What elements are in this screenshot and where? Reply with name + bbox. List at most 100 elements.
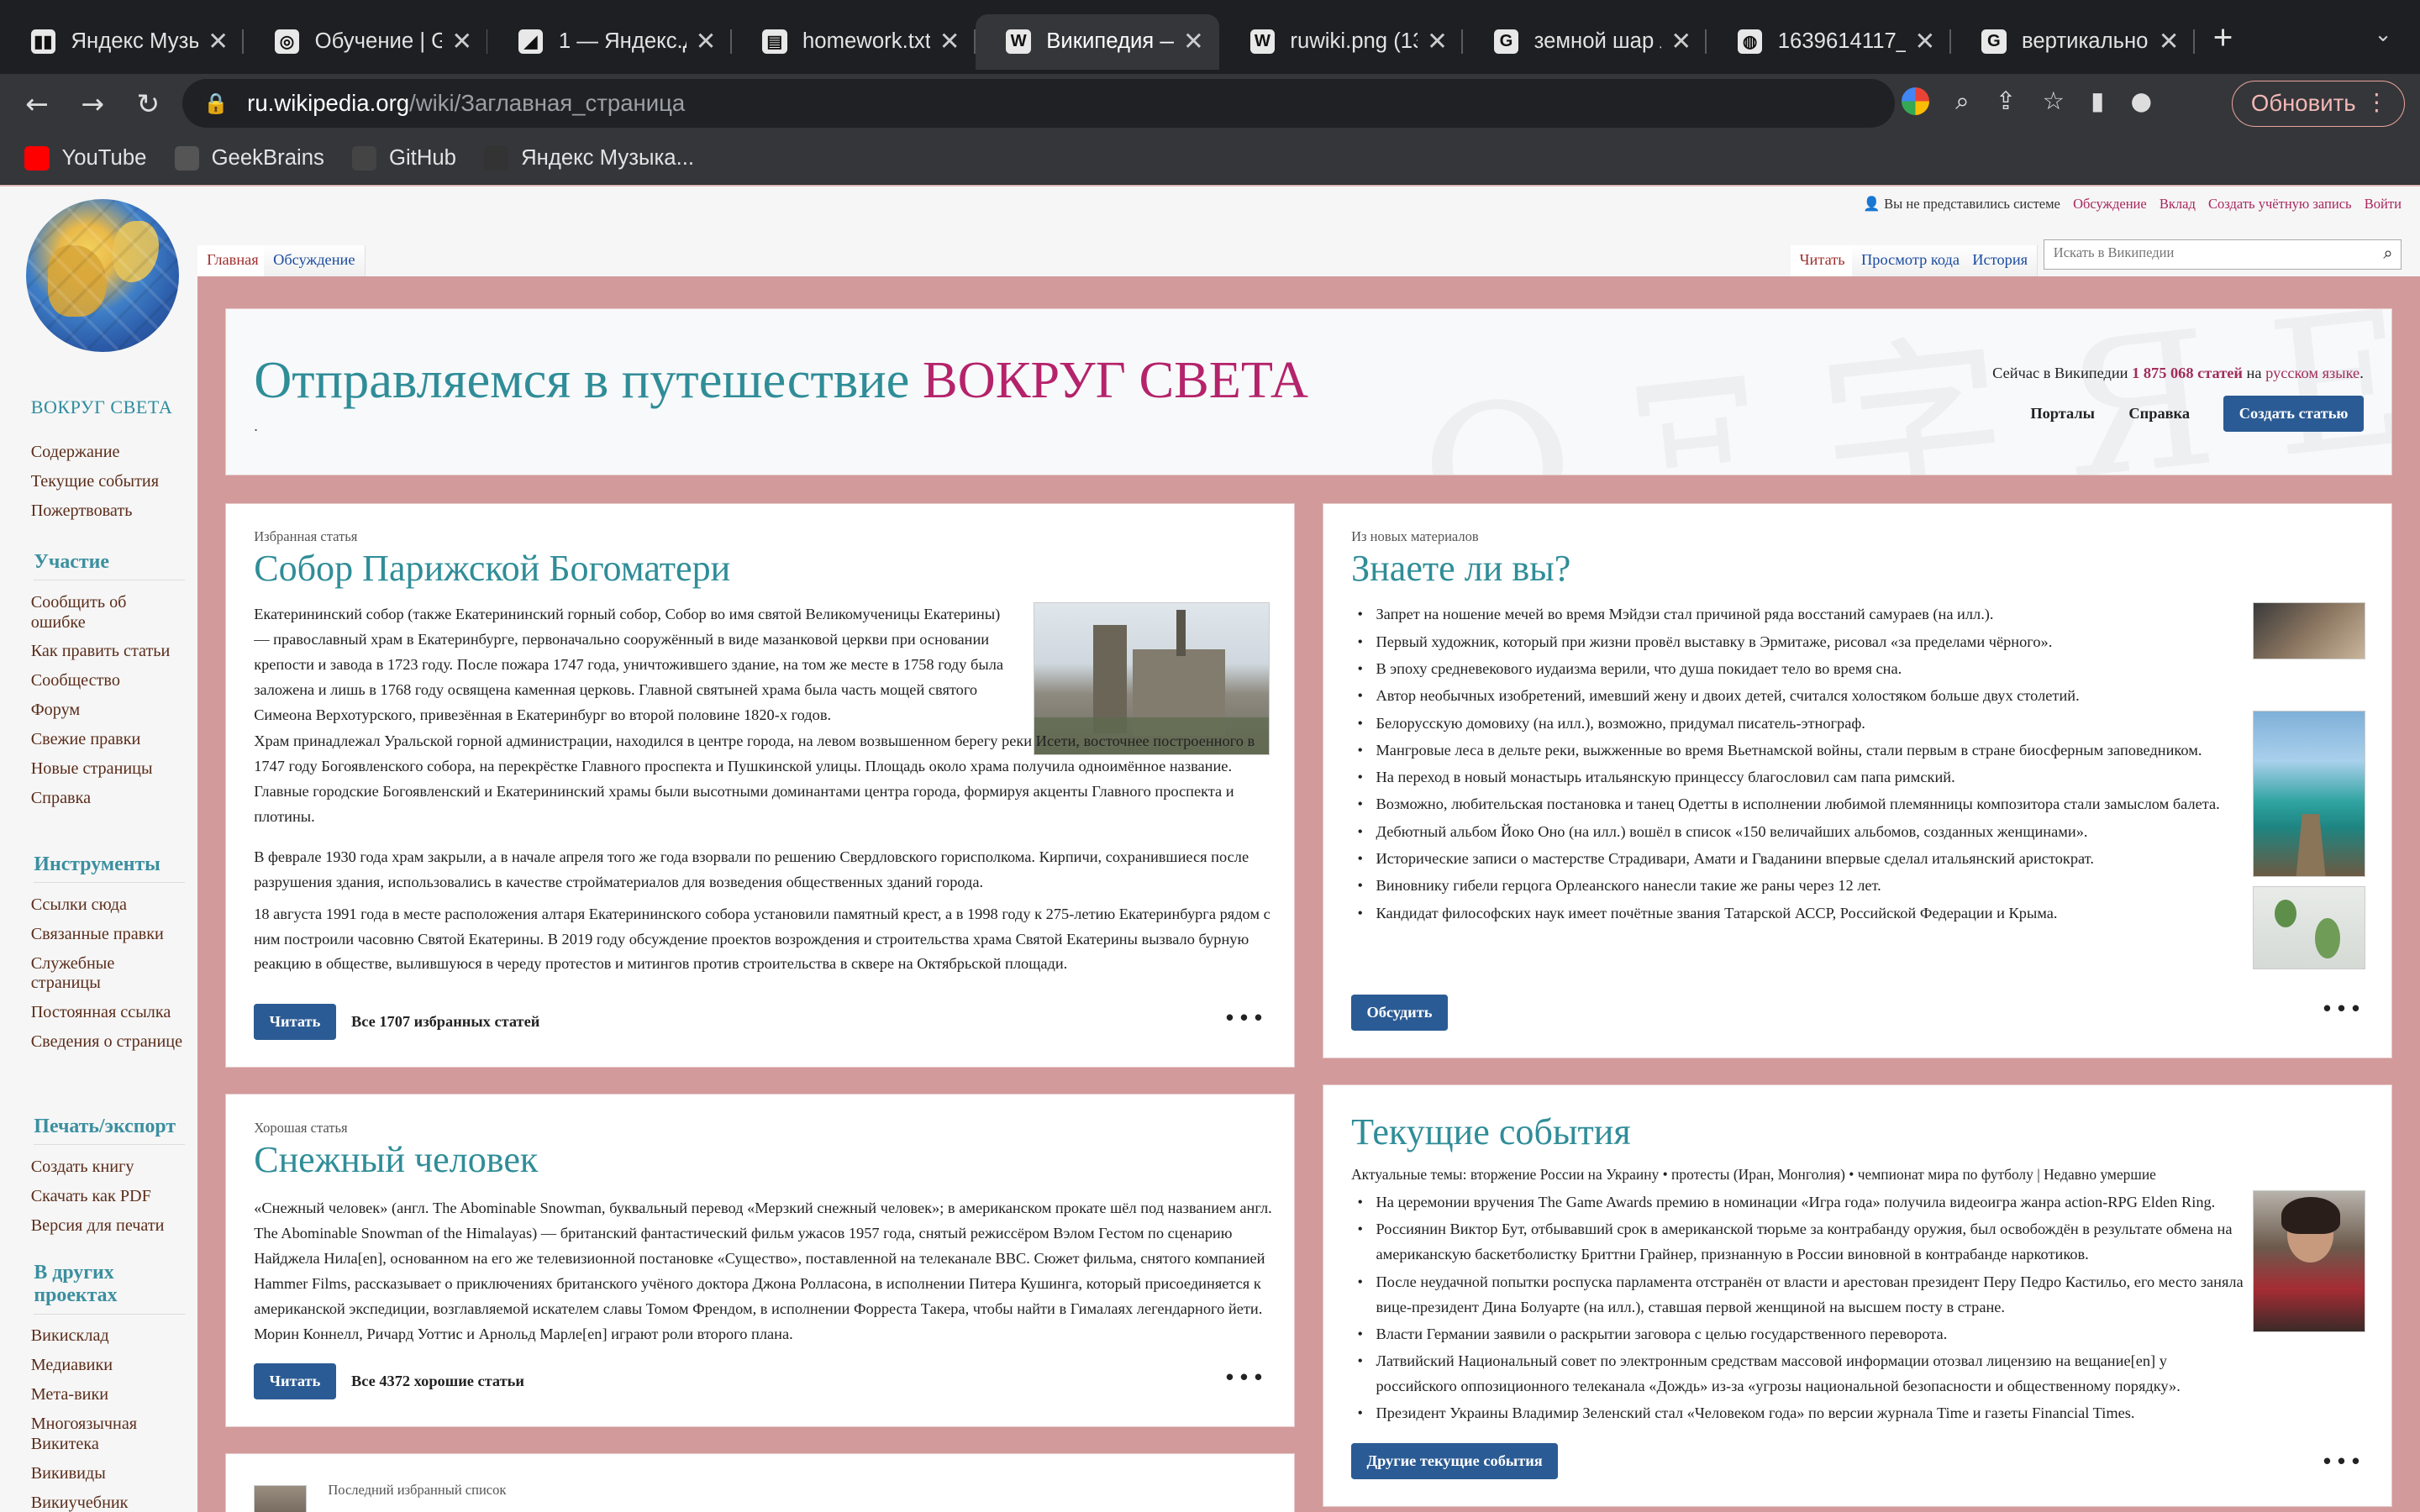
google-lens-icon[interactable] (1901, 87, 1929, 115)
bookmark-item[interactable]: GitHub (351, 145, 456, 171)
card-title[interactable]: Текущие события (1351, 1110, 1631, 1153)
sidebar-item[interactable]: Сообщество (31, 671, 186, 691)
sidebar-item[interactable]: Медиавики (31, 1356, 186, 1376)
stat-count[interactable]: 1 875 068 статей (2132, 365, 2243, 381)
close-tab-icon[interactable]: ✕ (1670, 27, 1691, 56)
tab-search-icon[interactable]: ⌄ (2374, 22, 2392, 47)
address-bar[interactable]: 🔒 ru.wikipedia.org/wiki/Заглавная_страни… (182, 78, 1896, 129)
close-tab-icon[interactable]: ✕ (1915, 27, 1936, 56)
browser-tab[interactable]: ▮▮ Яндекс Музы ✕ (0, 14, 245, 70)
news-portrait-image[interactable] (2252, 1190, 2365, 1333)
sidebar-item[interactable]: Ссылки сюда (31, 895, 186, 916)
close-tab-icon[interactable]: ✕ (1427, 27, 1448, 56)
list-portrait-image[interactable] (254, 1484, 307, 1512)
login-link[interactable]: Войти (2365, 196, 2402, 212)
bookmark-item[interactable]: GeekBrains (174, 145, 324, 171)
help-link[interactable]: Справка (2128, 405, 2190, 423)
sidebar-item[interactable]: Викивиды (31, 1464, 186, 1484)
close-tab-icon[interactable]: ✕ (208, 27, 229, 56)
close-tab-icon[interactable]: ✕ (939, 27, 960, 56)
stat-lang-link[interactable]: русском языке (2265, 365, 2360, 381)
forward-icon[interactable]: → (74, 87, 111, 120)
browser-tab[interactable]: ◢ 1 — Яндекс.Д ✕ (487, 14, 732, 70)
all-good-link[interactable]: Все 4372 хорошие статьи (351, 1373, 524, 1390)
more-menu-icon[interactable]: ⋮ (2365, 89, 2389, 116)
sidebar-item[interactable]: Создать книгу (31, 1158, 186, 1178)
close-tab-icon[interactable]: ✕ (696, 27, 717, 56)
all-featured-link[interactable]: Все 1707 избранных статей (351, 1013, 539, 1031)
bookmark-star-icon[interactable]: ☆ (2043, 87, 2065, 115)
sidebar-item[interactable]: Новые страницы (31, 759, 186, 780)
tab-main[interactable]: Главная (197, 245, 269, 276)
read-button[interactable]: Читать (254, 1003, 336, 1040)
search-icon[interactable]: ⌕ (2383, 243, 2392, 264)
dyk-image-3[interactable] (2252, 886, 2365, 970)
more-icon[interactable]: ••• (2321, 1450, 2364, 1475)
sidebar-item[interactable]: Служебные страницы (31, 954, 186, 995)
sidebar-item[interactable]: Сведения о странице (31, 1032, 186, 1053)
card-title[interactable]: Снежный человек (254, 1138, 538, 1181)
talk-link[interactable]: Обсуждение (2073, 196, 2147, 212)
create-account-link[interactable]: Создать учётную запись (2208, 196, 2352, 212)
browser-tab[interactable]: ◍ 1639614117_3 ✕ (1707, 14, 1951, 70)
sidebar-item[interactable]: Содержание (31, 443, 186, 463)
sidebar-item[interactable]: Мета-вики (31, 1385, 186, 1405)
zoom-icon[interactable]: ⌕ (1955, 87, 1969, 116)
sidebar-item[interactable]: Свежие правки (31, 730, 186, 750)
bookmark-item[interactable]: YouTube (24, 145, 146, 171)
url-text[interactable]: ru.wikipedia.org/wiki/Заглавная_страница (247, 90, 685, 117)
dyk-image-2[interactable] (2252, 710, 2365, 878)
browser-tab[interactable]: Wruwiki.png (13 ✕ (1219, 14, 1464, 70)
create-article-button[interactable]: Создать статью (2223, 396, 2364, 433)
sidebar-item[interactable]: Форум (31, 701, 186, 721)
sidebar-item[interactable]: Версия для печати (31, 1216, 186, 1236)
reload-icon[interactable]: ↻ (129, 87, 166, 120)
sidebar-item[interactable]: Текущие события (31, 472, 186, 492)
sidebar-item[interactable]: Викиучебник (31, 1494, 186, 1512)
read-button[interactable]: Читать (254, 1362, 336, 1399)
more-icon[interactable]: ••• (1223, 1366, 1266, 1391)
sidebar-item[interactable]: Справка (31, 789, 186, 809)
sidebar-item[interactable]: Связанные правки (31, 925, 186, 945)
tab-read[interactable]: Читать (1790, 245, 1855, 276)
tab-history[interactable]: История (1963, 245, 2039, 276)
other-events-button[interactable]: Другие текущие события (1351, 1443, 1559, 1480)
bookmark-item[interactable]: Яндекс Музыка... (484, 145, 694, 171)
tab-view-source[interactable]: Просмотр кода (1852, 245, 1970, 276)
sidebar-item[interactable]: Как править статьи (31, 642, 186, 662)
search-input[interactable]: Искать в Википедии ⌕ (2043, 239, 2402, 270)
sidebar-site-title[interactable]: ВОКРУГ СВЕТА (31, 396, 173, 418)
new-tab-button[interactable]: + (2213, 18, 2233, 57)
sidebar-item[interactable]: Многоязычная Викитека (31, 1415, 186, 1455)
sidebar-item[interactable]: Скачать как PDF (31, 1187, 186, 1207)
back-icon[interactable]: ← (18, 87, 55, 120)
side-panel-icon[interactable]: ▮ (2091, 87, 2104, 115)
lock-icon[interactable]: 🔒 (203, 92, 229, 116)
portals-link[interactable]: Порталы (2030, 405, 2095, 423)
sidebar-item[interactable]: Викисклад (31, 1326, 186, 1347)
browser-tab[interactable]: Gземной шар л ✕ (1463, 14, 1707, 70)
sidebar-item[interactable]: Пожертвовать (31, 501, 186, 522)
sidebar-item[interactable]: Постоянная ссылка (31, 1003, 186, 1023)
page-title: Отправляемся в путешествие ВОКРУГ СВЕТА (254, 349, 1308, 411)
close-tab-icon[interactable]: ✕ (1183, 27, 1204, 56)
discuss-button[interactable]: Обсудить (1351, 994, 1448, 1031)
browser-tab[interactable]: ◎ Обучение | Ge ✕ (244, 14, 488, 70)
browser-tab[interactable]: W Википедия — ✕ (975, 13, 1219, 70)
wiki-logo[interactable] (26, 198, 180, 352)
browser-tab[interactable]: Gвертикально ✕ (1951, 14, 2195, 70)
close-tab-icon[interactable]: ✕ (451, 27, 472, 56)
browser-tab[interactable]: ▤ homework.txt ✕ (732, 14, 976, 70)
more-icon[interactable]: ••• (2321, 997, 2364, 1022)
card-title[interactable]: Собор Парижской Богоматери (254, 547, 730, 590)
sidebar-item[interactable]: Сообщить об ошибке (31, 593, 186, 633)
close-tab-icon[interactable]: ✕ (2159, 27, 2180, 56)
share-icon[interactable]: ⇪ (1996, 87, 2017, 115)
dyk-image-1[interactable] (2252, 602, 2365, 660)
card-title[interactable]: Знаете ли вы? (1351, 547, 1570, 590)
update-button[interactable]: Обновить ⋮ (2231, 80, 2405, 127)
profile-icon[interactable]: ● (2131, 87, 2153, 115)
tab-talk[interactable]: Обсуждение (264, 245, 366, 276)
contrib-link[interactable]: Вклад (2160, 196, 2196, 212)
more-icon[interactable]: ••• (1223, 1006, 1266, 1032)
